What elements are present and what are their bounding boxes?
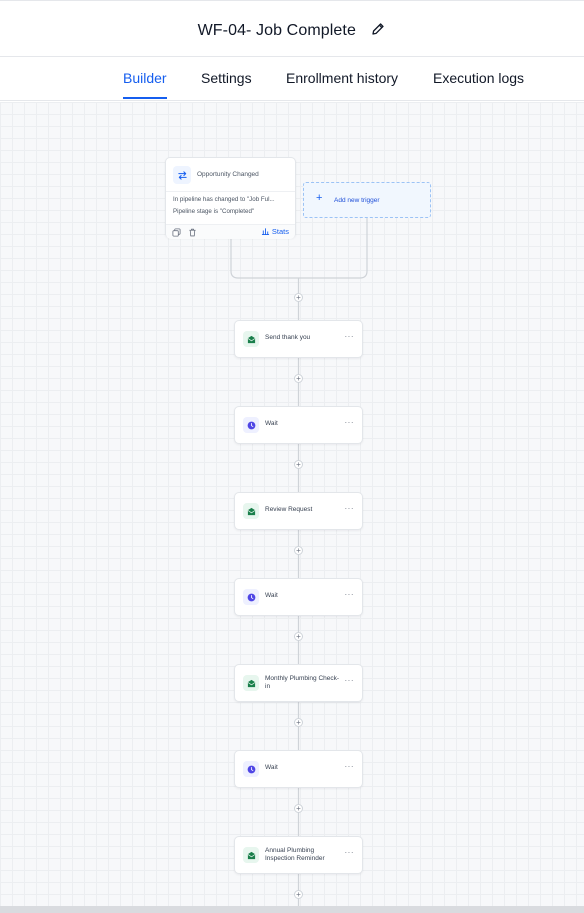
stats-label: Stats bbox=[271, 227, 289, 236]
add-action-button[interactable]: + bbox=[294, 890, 303, 899]
trigger-condition-2: Pipeline stage is "Completed" bbox=[173, 208, 255, 215]
add-action-button[interactable]: + bbox=[294, 374, 303, 383]
add-action-button[interactable]: + bbox=[294, 804, 303, 813]
trigger-footer: Stats bbox=[166, 224, 295, 239]
trash-icon[interactable] bbox=[188, 228, 197, 237]
action-label: Wait bbox=[265, 420, 278, 427]
email-icon bbox=[243, 503, 259, 519]
action-label: Send thank you bbox=[265, 334, 311, 341]
divider bbox=[166, 191, 295, 192]
more-options-icon[interactable]: ··· bbox=[345, 762, 355, 771]
more-options-icon[interactable]: ··· bbox=[345, 590, 355, 599]
action-label: Annual Plumbing Inspection Reminder bbox=[265, 847, 325, 862]
action-label: Wait bbox=[265, 764, 278, 771]
plus-icon: + bbox=[316, 192, 323, 204]
email-icon bbox=[243, 675, 259, 691]
add-action-button[interactable]: + bbox=[294, 293, 303, 302]
action-label: Monthly Plumbing Check-in bbox=[265, 675, 340, 690]
add-action-button[interactable]: + bbox=[294, 460, 303, 469]
action-annual-plumbing-inspection-reminder[interactable]: Annual Plumbing Inspection Reminder ··· bbox=[234, 836, 363, 874]
add-action-button[interactable]: + bbox=[294, 718, 303, 727]
action-monthly-plumbing-check-in[interactable]: Monthly Plumbing Check-in ··· bbox=[234, 664, 363, 702]
more-options-icon[interactable]: ··· bbox=[345, 504, 355, 513]
clock-icon bbox=[243, 761, 259, 777]
add-new-trigger-button[interactable]: + Add new trigger bbox=[303, 182, 431, 218]
action-review-request[interactable]: Review Request ··· bbox=[234, 492, 363, 530]
trigger-title: Opportunity Changed bbox=[197, 171, 259, 178]
clock-icon bbox=[243, 417, 259, 433]
add-action-button[interactable]: + bbox=[294, 632, 303, 641]
clock-icon bbox=[243, 589, 259, 605]
stats-button[interactable]: Stats bbox=[261, 227, 289, 236]
more-options-icon[interactable]: ··· bbox=[345, 676, 355, 685]
action-wait[interactable]: Wait ··· bbox=[234, 750, 363, 788]
more-options-icon[interactable]: ··· bbox=[345, 848, 355, 857]
action-label: Wait bbox=[265, 592, 278, 599]
copy-icon[interactable] bbox=[172, 228, 181, 237]
action-send-thank-you[interactable]: Send thank you ··· bbox=[234, 320, 363, 358]
bar-chart-icon bbox=[261, 228, 269, 235]
more-options-icon[interactable]: ··· bbox=[345, 332, 355, 341]
action-label: Review Request bbox=[265, 506, 313, 513]
email-icon bbox=[243, 847, 259, 863]
add-action-button[interactable]: + bbox=[294, 546, 303, 555]
trigger-card[interactable]: Opportunity Changed In pipeline has chan… bbox=[165, 157, 296, 239]
email-icon bbox=[243, 331, 259, 347]
trigger-condition-1: In pipeline has changed to "Job Ful... bbox=[173, 196, 275, 203]
more-options-icon[interactable]: ··· bbox=[345, 418, 355, 427]
add-trigger-label: Add new trigger bbox=[334, 197, 380, 204]
horizontal-scrollbar[interactable] bbox=[0, 906, 584, 913]
action-wait[interactable]: Wait ··· bbox=[234, 578, 363, 616]
swap-arrows-icon bbox=[173, 166, 191, 184]
action-wait[interactable]: Wait ··· bbox=[234, 406, 363, 444]
